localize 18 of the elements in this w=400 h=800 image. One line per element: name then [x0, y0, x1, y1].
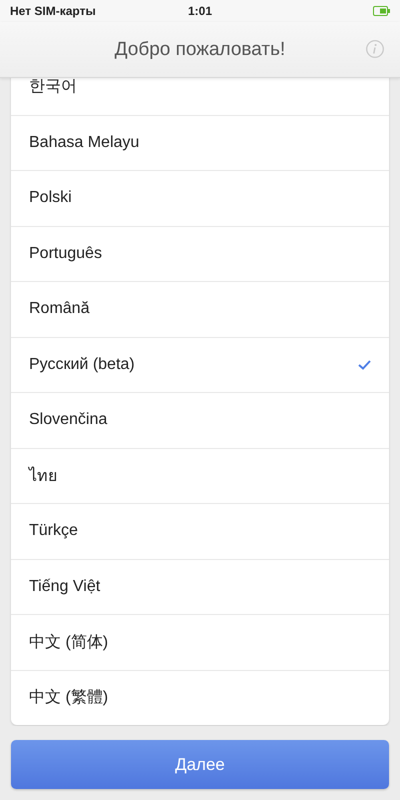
language-item[interactable]: Bahasa Melayu [11, 114, 389, 170]
language-item[interactable]: 한국어 [11, 78, 389, 114]
info-icon[interactable] [366, 40, 384, 58]
language-item[interactable]: 中文 (简体) [11, 614, 389, 670]
carrier-label: Нет SIM-карты [10, 4, 96, 18]
language-item[interactable]: Română [11, 281, 389, 336]
screen-title: Добро пожаловать! [114, 38, 286, 60]
battery-icon [373, 6, 390, 16]
language-item[interactable]: ไทย [11, 448, 389, 503]
language-item[interactable]: Polski [11, 170, 389, 226]
language-item[interactable]: Tiếng Việt [11, 558, 389, 614]
language-item[interactable]: Português [11, 226, 389, 281]
language-item[interactable]: Русский (beta) [11, 336, 389, 392]
language-item[interactable]: Türkçe [11, 503, 389, 558]
clock-time: 1:01 [188, 4, 212, 18]
next-button[interactable]: Далее [11, 740, 389, 789]
language-item[interactable]: Slovenčina [11, 392, 389, 448]
language-item[interactable]: 中文 (繁體) [11, 670, 389, 725]
